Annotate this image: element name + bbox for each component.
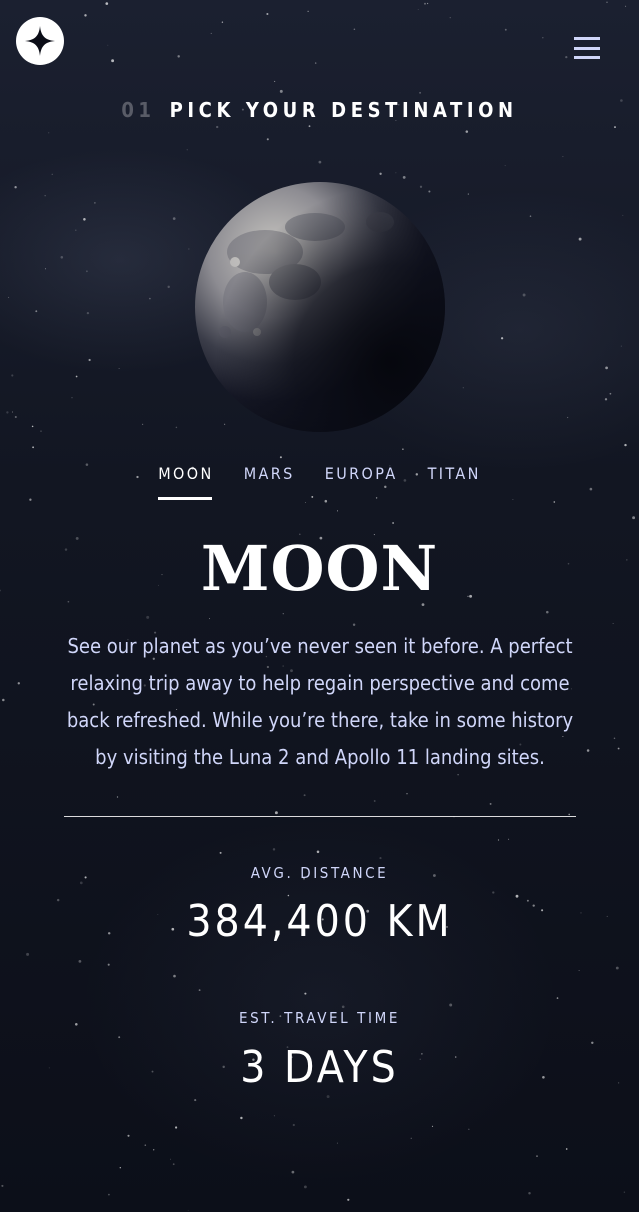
logo-link[interactable] (16, 17, 64, 65)
tab-mars[interactable]: MARS (244, 460, 295, 500)
menu-bar (574, 37, 600, 40)
tab-europa[interactable]: EUROPA (325, 460, 398, 500)
hamburger-menu-icon[interactable] (574, 37, 600, 59)
destination-name: MOON (200, 532, 439, 605)
tab-moon[interactable]: MOON (158, 460, 213, 500)
avg-distance-value: 384,400 KM (186, 896, 453, 947)
travel-time-value: 3 DAYS (240, 1042, 399, 1093)
star-logo-icon (25, 26, 55, 56)
page-number: 01 (121, 98, 156, 122)
travel-time-label: EST. TRAVEL TIME (239, 1009, 400, 1027)
moon-image (195, 182, 445, 432)
page-heading: 01 PICK YOUR DESTINATION (0, 98, 639, 122)
menu-bar (574, 46, 600, 50)
site-header (0, 0, 639, 84)
destination-page: 01 PICK YOUR DESTINATION MOON MARS EUROP… (0, 0, 639, 1212)
menu-bar (574, 56, 600, 59)
tab-titan[interactable]: TITAN (428, 460, 481, 500)
avg-distance-label: AVG. DISTANCE (250, 864, 389, 882)
destination-description: See our planet as you’ve never seen it b… (66, 634, 574, 769)
destination-tabs: MOON MARS EUROPA TITAN (0, 460, 639, 504)
page-heading-text: PICK YOUR DESTINATION (169, 98, 518, 122)
divider (64, 816, 576, 817)
